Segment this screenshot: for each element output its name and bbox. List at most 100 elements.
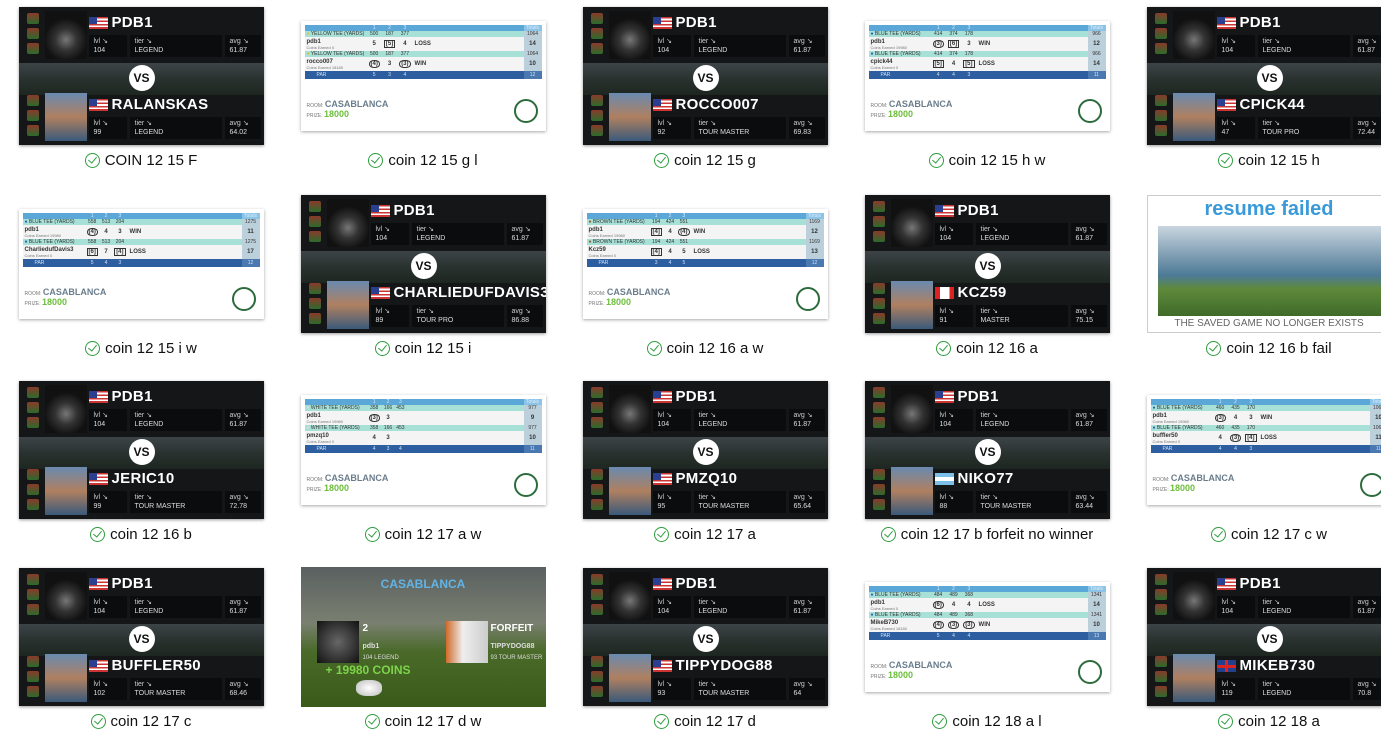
opponent-panel: RALANSKAS lvl ↘99 tier ↘LEGEND avg ↘64.0… xyxy=(19,93,264,145)
file-item[interactable]: PDB1 lvl ↘104 tier ↘LEGEND avg ↘61.87 PM… xyxy=(564,376,846,563)
room-label: ROOM: xyxy=(307,477,324,483)
file-name[interactable]: coin 12 17 d xyxy=(564,713,846,730)
file-name[interactable]: coin 12 17 a xyxy=(564,526,846,543)
player-name: TIPPYDOG88 xyxy=(676,657,773,674)
coins-label: Coins Earned xyxy=(307,419,331,424)
room-name: CASABLANCA xyxy=(889,99,953,109)
file-item[interactable]: PDB1 lvl ↘104 tier ↘LEGEND avg ↘61.87 RO… xyxy=(564,2,846,189)
lvl-label: lvl xyxy=(658,681,665,688)
file-item[interactable]: PDB1 lvl ↘104 tier ↘LEGEND avg ↘61.87 TI… xyxy=(564,563,846,750)
par-value: 5 xyxy=(373,72,376,78)
file-item[interactable]: PDB1 lvl ↘104 tier ↘LEGEND avg ↘61.87 CP… xyxy=(1128,2,1381,189)
avatar xyxy=(609,467,651,515)
file-item[interactable]: PDB1 lvl ↘104 tier ↘LEGEND avg ↘61.87 CH… xyxy=(282,190,564,377)
file-name-label: coin 12 17 a xyxy=(674,526,756,543)
hole-score: (3) xyxy=(369,414,380,422)
vs-badge: VS xyxy=(693,65,719,91)
player-name: PDB1 xyxy=(676,575,717,592)
file-item[interactable]: PDB1 lvl ↘104 tier ↘LEGEND avg ↘61.87 KC… xyxy=(846,190,1128,377)
player1-panel: PDB1 lvl ↘104 tier ↘LEGEND avg ↘61.87 xyxy=(1147,11,1381,63)
file-name[interactable]: coin 12 17 a w xyxy=(282,526,564,543)
hole-score: [4] xyxy=(114,248,125,256)
file-item[interactable]: CASABLANCA 2 pdb1 104 LEGEND FORFEIT TIP… xyxy=(282,563,564,750)
flag-icon xyxy=(935,391,954,403)
file-item[interactable]: PDB1 lvl ↘104 tier ↘LEGEND avg ↘61.87 MI… xyxy=(1128,563,1381,750)
tier-label: tier xyxy=(1263,681,1273,688)
total: 10 xyxy=(1093,622,1100,628)
file-item[interactable]: 123Totals ● YELLOW TEE (YARDS)5001873771… xyxy=(282,2,564,189)
course-logo xyxy=(232,287,256,311)
yardage: 484 xyxy=(934,592,942,598)
file-name[interactable]: coin 12 16 b xyxy=(0,526,282,543)
vs-badge: VS xyxy=(129,65,155,91)
file-item[interactable]: PDB1 lvl ↘104 tier ↘LEGEND avg ↘61.87 BU… xyxy=(0,563,282,750)
file-name[interactable]: coin 12 17 d w xyxy=(282,713,564,730)
file-item[interactable]: 123Totals ● BLUE TEE (YARDS)558513204127… xyxy=(0,190,282,377)
file-name[interactable]: coin 12 16 a w xyxy=(564,340,846,357)
prize-label: PRIZE: xyxy=(25,301,41,307)
file-name-label: coin 12 15 h w xyxy=(949,152,1046,169)
file-item[interactable]: PDB1 lvl ↘104 tier ↘LEGEND avg ↘61.87 RA… xyxy=(0,2,282,189)
coins-label: Coins Earned xyxy=(307,65,331,70)
player-name: PDB1 xyxy=(112,14,153,31)
lvl-value: 104 xyxy=(94,46,122,55)
coins-label: Coins Earned xyxy=(25,253,49,258)
file-item[interactable]: 123Totals ● BLUE TEE (YARDS)460435170106… xyxy=(1128,376,1381,563)
player1-panel: PDB1 lvl ↘104 tier ↘LEGEND avg ↘61.87 xyxy=(1147,572,1381,624)
yardage: 460 xyxy=(1216,405,1224,411)
file-item[interactable]: PDB1 lvl ↘104 tier ↘LEGEND avg ↘61.87 JE… xyxy=(0,376,282,563)
file-name[interactable]: coin 12 18 a l xyxy=(846,713,1128,730)
tier-label: tier xyxy=(135,681,145,688)
par-total: 12 xyxy=(530,72,536,78)
tee-label: BLUE TEE (YARDS) xyxy=(29,239,75,245)
player-name: PDB1 xyxy=(394,202,435,219)
file-name[interactable]: coin 12 15 g l xyxy=(282,152,564,169)
file-item[interactable]: 123Totals ● WHITE TEE (YARDS)35816645397… xyxy=(282,376,564,563)
scorecard: 123Totals ● YELLOW TEE (YARDS)5001873771… xyxy=(301,21,546,131)
file-name-label: coin 12 15 g xyxy=(674,152,756,169)
file-name[interactable]: coin 12 18 a xyxy=(1128,713,1381,730)
result: LOSS xyxy=(979,61,995,67)
avg-label: avg xyxy=(794,599,805,606)
yardage: 453 xyxy=(396,405,404,411)
hole-score: 4 xyxy=(373,435,376,441)
file-name[interactable]: coin 12 15 g xyxy=(564,152,846,169)
file-item[interactable]: PDB1 lvl ↘104 tier ↘LEGEND avg ↘61.87 NI… xyxy=(846,376,1128,563)
avg-value: 61.87 xyxy=(1358,46,1381,55)
file-name[interactable]: coin 12 15 h xyxy=(1128,152,1381,169)
badge-icons xyxy=(591,656,603,697)
avg-label: avg xyxy=(1076,412,1087,419)
file-name[interactable]: coin 12 16 a xyxy=(846,340,1128,357)
prize-label: PRIZE: xyxy=(589,301,605,307)
file-name[interactable]: coin 12 15 i w xyxy=(0,340,282,357)
room-label: ROOM: xyxy=(871,103,888,109)
file-item[interactable]: 123Totals ● BLUE TEE (YARDS)484489368134… xyxy=(846,563,1128,750)
file-item[interactable]: resume failedTHE SAVED GAME NO LONGER EX… xyxy=(1128,190,1381,377)
file-item[interactable]: 123Totals ● BROWN TEE (YARDS)19442455111… xyxy=(564,190,846,377)
file-name[interactable]: coin 12 15 i xyxy=(282,340,564,357)
hole-score: [6] xyxy=(948,40,959,48)
avatar xyxy=(45,654,87,702)
hole-score: 4 xyxy=(1219,435,1222,441)
file-name[interactable]: coin 12 17 c w xyxy=(1128,526,1381,543)
file-name[interactable]: coin 12 16 b fail xyxy=(1128,340,1381,357)
sync-check-icon xyxy=(365,527,380,542)
player-name: BUFFLER50 xyxy=(112,657,201,674)
file-name[interactable]: coin 12 17 b forfeit no winner xyxy=(846,526,1128,543)
lvl-value: 99 xyxy=(94,128,122,137)
hole-score: (3) xyxy=(399,60,410,68)
file-name[interactable]: coin 12 15 h w xyxy=(846,152,1128,169)
yardage: 374 xyxy=(949,51,957,57)
avg-value: 86.88 xyxy=(512,316,538,325)
vs-badge: VS xyxy=(975,253,1001,279)
stats: lvl ↘95 tier ↘TOUR MASTER avg ↘65.64 xyxy=(653,491,825,513)
file-item[interactable]: 123Totals ● BLUE TEE (YARDS)414374178966… xyxy=(846,2,1128,189)
scorecard: 123Totals ● BLUE TEE (YARDS)484489368134… xyxy=(865,582,1110,692)
tee-label: BLUE TEE (YARDS) xyxy=(875,31,921,37)
file-name[interactable]: COIN 12 15 F xyxy=(0,152,282,169)
badge-icons xyxy=(591,13,603,54)
coins-earned: 0 xyxy=(896,65,898,70)
stats: lvl ↘102 tier ↘TOUR MASTER avg ↘68.46 xyxy=(89,678,261,700)
coins-label: Coins Earned xyxy=(871,626,895,631)
file-name[interactable]: coin 12 17 c xyxy=(0,713,282,730)
